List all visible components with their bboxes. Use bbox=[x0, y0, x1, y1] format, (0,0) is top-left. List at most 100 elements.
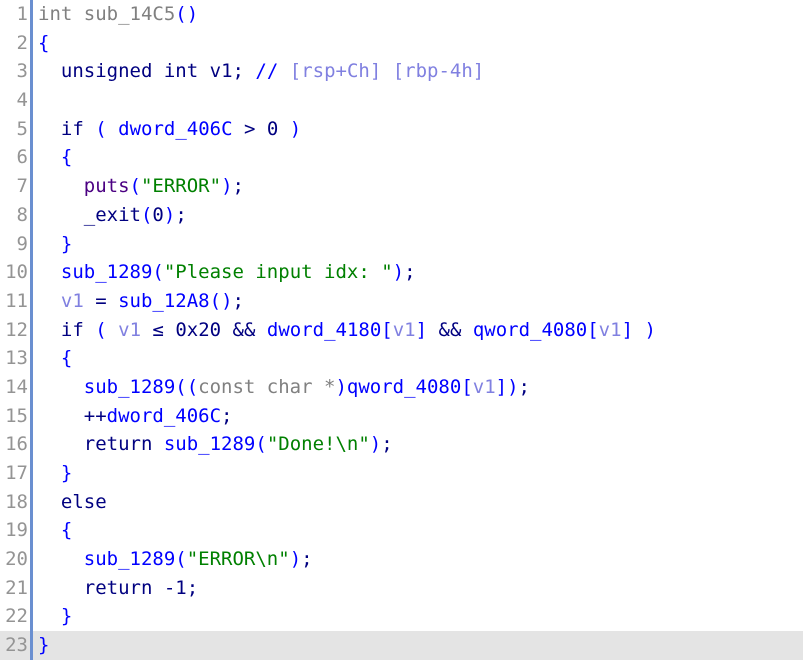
token-punct[interactable]: { bbox=[61, 347, 72, 369]
token-punct[interactable]: { bbox=[38, 32, 49, 54]
token-lvar[interactable]: v1 bbox=[118, 319, 141, 341]
code-text[interactable]: else bbox=[33, 488, 803, 517]
token-punct[interactable]: [ bbox=[461, 376, 472, 398]
token-func[interactable]: sub_1289 bbox=[164, 433, 256, 455]
token-punct[interactable]: ] bbox=[622, 319, 633, 341]
token-libfunc[interactable]: puts bbox=[84, 175, 130, 197]
token-keyword[interactable]: return bbox=[84, 577, 153, 599]
token-type[interactable]: int bbox=[38, 3, 72, 25]
token-punct[interactable]: } bbox=[61, 462, 72, 484]
code-text[interactable]: if ( v1 ≤ 0x20 && dword_4180[v1] && qwor… bbox=[33, 316, 803, 345]
token-keyword[interactable]: if bbox=[61, 319, 84, 341]
code-line[interactable]: 8 _exit(0); bbox=[0, 200, 803, 230]
token-keyword[interactable]: else bbox=[61, 491, 107, 513]
token-punct[interactable]: } bbox=[38, 634, 49, 656]
token-punct[interactable]: { bbox=[61, 519, 72, 541]
token-lvar[interactable]: v1 bbox=[473, 376, 496, 398]
token-punct[interactable]: ) bbox=[290, 548, 301, 570]
token-type[interactable]: * bbox=[324, 376, 335, 398]
code-text[interactable]: { bbox=[33, 29, 803, 58]
code-line[interactable]: 7 puts("ERROR"); bbox=[0, 172, 803, 201]
code-text[interactable]: return -1; bbox=[33, 574, 803, 603]
token-func[interactable]: sub_1289 bbox=[84, 548, 176, 570]
token-string[interactable]: "ERROR" bbox=[141, 175, 221, 197]
code-line[interactable]: 9 } bbox=[0, 229, 803, 259]
token-comment[interactable]: // bbox=[255, 60, 278, 82]
token-punct[interactable]: ( bbox=[255, 433, 266, 455]
token-funcdecl[interactable]: sub_14C5 bbox=[84, 3, 176, 25]
token-punct[interactable]: ) bbox=[221, 175, 232, 197]
code-line[interactable]: 1 int sub_14C5() bbox=[0, 0, 803, 29]
token-keyword[interactable]: unsigned int bbox=[61, 60, 198, 82]
code-text[interactable]: return sub_1289("Done!\n"); bbox=[33, 430, 803, 459]
token-gvar[interactable]: dword_406C bbox=[107, 405, 221, 427]
token-func[interactable]: sub_1289 bbox=[84, 376, 176, 398]
code-line[interactable]: 20 sub_1289("ERROR\n"); bbox=[0, 545, 803, 574]
token-gvar[interactable]: qword_4080 bbox=[347, 376, 461, 398]
code-line[interactable]: 16 return sub_1289("Done!\n"); bbox=[0, 430, 803, 459]
pseudocode-editor[interactable]: 1 int sub_14C5() 2{3 unsigned int v1; // [… bbox=[0, 0, 803, 669]
code-text[interactable]: } bbox=[33, 602, 803, 631]
token-keyword[interactable]: if bbox=[61, 118, 84, 140]
code-line[interactable]: 4 bbox=[0, 86, 803, 115]
token-punct[interactable]: ] bbox=[416, 319, 427, 341]
code-text[interactable]: sub_1289("Please input idx: "); bbox=[33, 258, 803, 287]
code-line[interactable]: 13 { bbox=[0, 344, 803, 373]
code-text[interactable]: ++dword_406C; bbox=[33, 402, 803, 431]
code-line[interactable]: 21 return -1; bbox=[0, 573, 803, 603]
code-line[interactable]: 11 v1 = sub_12A8(); bbox=[0, 286, 803, 316]
token-punct[interactable]: ( bbox=[95, 118, 106, 140]
token-type[interactable]: const char bbox=[198, 376, 312, 398]
code-text[interactable]: _exit(0); bbox=[33, 201, 803, 230]
token-string[interactable]: "Done!\n" bbox=[267, 433, 370, 455]
token-lvar[interactable]: v1 bbox=[599, 319, 622, 341]
token-lvar[interactable]: v1 bbox=[61, 290, 84, 312]
code-line[interactable]: 19 { bbox=[0, 516, 803, 546]
code-text[interactable]: { bbox=[33, 143, 803, 172]
token-keyword[interactable]: _exit bbox=[84, 204, 141, 226]
token-punct[interactable]: ) bbox=[644, 319, 655, 341]
code-text[interactable]: } bbox=[33, 631, 803, 660]
code-text[interactable]: v1 = sub_12A8(); bbox=[33, 287, 803, 316]
token-punct[interactable]: ) bbox=[370, 433, 381, 455]
token-punct[interactable]: ) bbox=[290, 118, 301, 140]
token-punct[interactable]: ]) bbox=[496, 376, 519, 398]
code-text[interactable]: { bbox=[33, 516, 803, 545]
token-func[interactable]: sub_12A8 bbox=[118, 290, 210, 312]
token-punct[interactable]: { bbox=[61, 146, 72, 168]
token-gvar[interactable]: dword_406C bbox=[118, 118, 232, 140]
token-keyword[interactable]: return bbox=[84, 433, 153, 455]
token-punct[interactable]: [ bbox=[587, 319, 598, 341]
code-line[interactable]: 18 else bbox=[0, 487, 803, 517]
code-line[interactable]: 22 } bbox=[0, 602, 803, 632]
code-line[interactable]: 10 sub_1289("Please input idx: "); bbox=[0, 258, 803, 287]
code-line[interactable]: 15 ++dword_406C; bbox=[0, 401, 803, 431]
token-punct[interactable]: ) bbox=[164, 204, 175, 226]
code-line[interactable]: 14 sub_1289((const char *)qword_4080[v1]… bbox=[0, 372, 803, 402]
code-text[interactable]: } bbox=[33, 230, 803, 259]
code-line[interactable]: 2{ bbox=[0, 28, 803, 58]
token-gvar[interactable]: dword_4180 bbox=[267, 319, 381, 341]
code-text[interactable]: int sub_14C5() bbox=[33, 0, 803, 29]
code-line[interactable]: 12 if ( v1 ≤ 0x20 && dword_4180[v1] && q… bbox=[0, 315, 803, 345]
token-keyword[interactable]: v1 bbox=[210, 60, 233, 82]
token-punct[interactable]: ( bbox=[152, 261, 163, 283]
token-string[interactable]: "ERROR\n" bbox=[187, 548, 290, 570]
token-string[interactable]: "Please input idx: " bbox=[164, 261, 393, 283]
code-line[interactable]: 17 } bbox=[0, 459, 803, 488]
token-punct[interactable]: () bbox=[175, 3, 198, 25]
token-lvar[interactable]: v1 bbox=[393, 319, 416, 341]
token-punct[interactable]: ( bbox=[175, 548, 186, 570]
token-punct[interactable]: ( bbox=[130, 175, 141, 197]
code-line[interactable]: 3 unsigned int v1; // [rsp+Ch] [rbp-4h] bbox=[0, 57, 803, 87]
code-text[interactable]: } bbox=[33, 459, 803, 488]
token-punct[interactable]: } bbox=[61, 605, 72, 627]
token-punct[interactable]: ) bbox=[393, 261, 404, 283]
code-line[interactable]: 23} bbox=[0, 631, 803, 660]
token-punct[interactable]: (( bbox=[175, 376, 198, 398]
token-punct[interactable]: ( bbox=[95, 319, 106, 341]
token-punct[interactable]: ) bbox=[335, 376, 346, 398]
token-punct[interactable]: () bbox=[210, 290, 233, 312]
token-gvar[interactable]: qword_4080 bbox=[473, 319, 587, 341]
code-text[interactable]: if ( dword_406C > 0 ) bbox=[33, 115, 803, 144]
